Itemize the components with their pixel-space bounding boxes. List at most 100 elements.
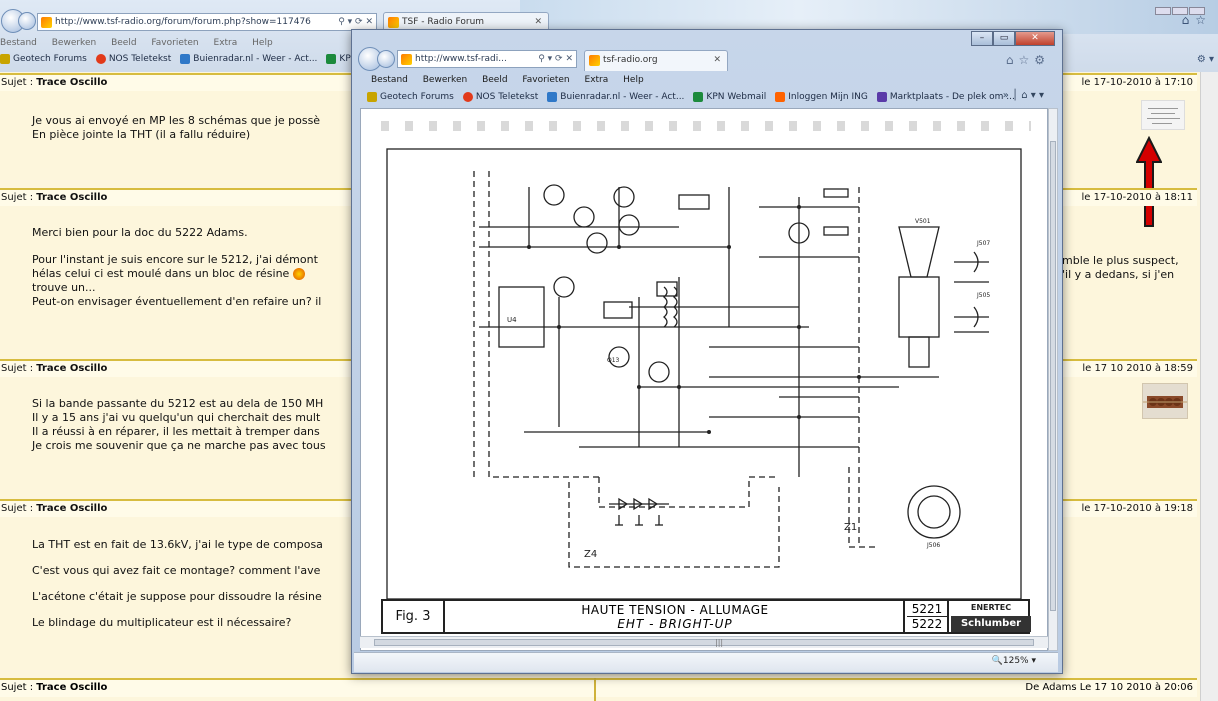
- zoom-control[interactable]: 🔍125% ▾: [992, 656, 1036, 666]
- minimize-button[interactable]: –: [971, 31, 993, 46]
- post-author-date: De Adams Le 17 10 2010 à 20:06: [1025, 682, 1193, 693]
- horizontal-scrollbar[interactable]: |||: [360, 636, 1048, 648]
- fav-label: Marktplaats - De plek om ...: [889, 92, 1015, 102]
- menu-file[interactable]: Bestand: [0, 38, 37, 48]
- schematic-title: HAUTE TENSION - ALLUMAGE EHT - BRIGHT-UP: [447, 601, 905, 632]
- image-viewport: U4 Q13 V501 J507 J505 J506 Z1 Z4 Fig. 3 …: [360, 108, 1048, 651]
- fav-nos[interactable]: NOS Teletekst: [95, 54, 171, 64]
- post-header: Sujet : Trace Oscillo De Adams Le 17 10 …: [0, 678, 1197, 697]
- post-subject: Sujet : Trace Oscillo: [1, 363, 108, 374]
- red-arrow-annotation-icon: [1136, 136, 1162, 227]
- fav-label: NOS Teletekst: [475, 92, 539, 102]
- address-bar-actions-icon[interactable]: ⚲ ▾ ⟳ ✕: [338, 14, 373, 30]
- fav-label: KPN Webmail: [706, 92, 767, 102]
- model-numbers: 5221 5222: [907, 601, 949, 632]
- menu-favorites[interactable]: Favorieten: [522, 75, 569, 85]
- socket-label: J506: [926, 542, 940, 549]
- menu-edit[interactable]: Bewerken: [423, 75, 467, 85]
- attachment-thumbnail[interactable]: [1141, 100, 1185, 130]
- emoticon-icon: [292, 268, 305, 280]
- post-date: le 17-10-2010 à 18:11: [1081, 192, 1193, 203]
- fav-marktplaats[interactable]: Marktplaats - De plek om ...: [876, 92, 1015, 102]
- address-bar[interactable]: http://www.tsf-radio.org/forum/forum.php…: [37, 13, 377, 31]
- vertical-scrollbar[interactable]: [1048, 108, 1058, 651]
- grip-icon: |||: [715, 638, 724, 647]
- kpn-icon: [326, 54, 337, 64]
- fav-label: Buienradar.nl - Weer - Act...: [560, 92, 685, 102]
- tab-label: TSF - Radio Forum: [402, 17, 485, 27]
- fav-geotech[interactable]: Geotech Forums: [367, 92, 454, 102]
- home-star-icons[interactable]: ⌂☆: [1182, 13, 1212, 27]
- fav-label: Buienradar.nl - Weer - Act...: [193, 54, 318, 64]
- post-date: le 17-10-2010 à 17:10: [1081, 77, 1193, 88]
- fav-nos[interactable]: NOS Teletekst: [462, 92, 539, 102]
- post-subject: Sujet : Trace Oscillo: [1, 192, 108, 203]
- maximize-button[interactable]: ▭: [993, 31, 1015, 46]
- attachment-photo-thumbnail[interactable]: [1142, 383, 1188, 419]
- scrollbar-thumb[interactable]: [1050, 141, 1056, 611]
- column-divider: [594, 678, 596, 701]
- fav-geotech[interactable]: Geotech Forums: [0, 54, 87, 64]
- figure-label: Fig. 3: [383, 601, 445, 632]
- zoom-level: 125%: [1002, 656, 1029, 666]
- model-number: 5222: [911, 617, 943, 631]
- popup-favorites-bar: Geotech Forums NOS Teletekst Buienradar.…: [367, 92, 1024, 102]
- tsf-favicon-icon: [388, 17, 399, 28]
- post-subject: Sujet : Trace Oscillo: [1, 503, 108, 514]
- post-date: le 17 10 2010 à 18:59: [1082, 363, 1193, 374]
- home-dropdown-icon[interactable]: » │ ⌂ ▾ ▾: [1003, 90, 1044, 101]
- menu-tools[interactable]: Extra: [585, 75, 609, 85]
- close-icon[interactable]: ✕: [713, 51, 721, 70]
- brand-schlumberger: Schlumber: [951, 616, 1031, 632]
- transistor-label: Q13: [607, 357, 620, 364]
- tsf-favicon-icon: [41, 17, 52, 28]
- scrollbar-thumb[interactable]: |||: [374, 638, 1034, 647]
- scan-artifact: [381, 121, 1031, 131]
- background-window-buttons[interactable]: [1154, 0, 1210, 15]
- menu-tools[interactable]: Extra: [214, 38, 238, 48]
- post-date: le 17-10-2010 à 19:18: [1081, 503, 1193, 514]
- menu-help[interactable]: Help: [623, 75, 644, 85]
- marktplaats-icon: [876, 92, 887, 102]
- screen: http://www.tsf-radio.org/forum/forum.php…: [0, 0, 1218, 701]
- fav-kpn[interactable]: KPN Webmail: [693, 92, 766, 102]
- tools-gear-icon[interactable]: ⚙ ▾: [1197, 54, 1214, 65]
- model-number: 5221: [907, 602, 947, 617]
- menu-help[interactable]: Help: [252, 38, 273, 48]
- post-line: 'il y a dedans, si j'en: [1062, 268, 1175, 281]
- close-window-button[interactable]: ✕: [1015, 31, 1055, 46]
- fav-buienradar[interactable]: Buienradar.nl - Weer - Act...: [180, 54, 317, 64]
- nos-icon: [95, 54, 106, 64]
- fav-buienradar[interactable]: Buienradar.nl - Weer - Act...: [547, 92, 684, 102]
- tab-tsf-radio-org[interactable]: tsf-radio.org ✕: [584, 50, 728, 71]
- menu-file[interactable]: Bestand: [371, 75, 408, 85]
- tab-label: tsf-radio.org: [603, 55, 658, 65]
- zone-z1-label: Z1: [844, 522, 857, 533]
- address-url: http://www.tsf-radi...: [415, 54, 507, 64]
- home-star-gear-icons[interactable]: ⌂☆⚙: [1006, 53, 1050, 67]
- title-line-1: HAUTE TENSION - ALLUMAGE: [581, 603, 769, 617]
- post-body-right: mble le plus suspect, 'il y a dedans, si…: [1062, 254, 1197, 282]
- page-scrollbar[interactable]: [1200, 72, 1218, 701]
- address-url: http://www.tsf-radio.org/forum/forum.php…: [55, 17, 311, 27]
- geotech-icon: [367, 92, 377, 102]
- tube-label: V501: [915, 218, 931, 225]
- menu-view[interactable]: Beeld: [111, 38, 136, 48]
- menu-view[interactable]: Beeld: [482, 75, 507, 85]
- fav-ing[interactable]: Inloggen Mijn ING: [775, 92, 868, 102]
- brand-enertec: ENERTEC: [970, 603, 1012, 612]
- fav-label: Geotech Forums: [13, 54, 87, 64]
- buienradar-icon: [547, 92, 558, 102]
- forward-button[interactable]: [18, 12, 36, 30]
- popup-browser-window: – ▭ ✕ http://www.tsf-radi... ⚲ ▾ ⟳ ✕ tsf…: [351, 29, 1063, 674]
- address-bar[interactable]: http://www.tsf-radi... ⚲ ▾ ⟳ ✕: [397, 50, 577, 68]
- background-menubar: Bestand Bewerken Beeld Favorieten Extra …: [0, 38, 285, 48]
- post-subject: Sujet : Trace Oscillo: [1, 77, 108, 88]
- window-controls: – ▭ ✕: [971, 31, 1055, 46]
- address-bar-actions-icon[interactable]: ⚲ ▾ ⟳ ✕: [538, 51, 573, 67]
- menu-favorites[interactable]: Favorieten: [151, 38, 198, 48]
- forward-button[interactable]: [377, 50, 395, 68]
- menu-edit[interactable]: Bewerken: [52, 38, 96, 48]
- connector-label: J505: [976, 292, 990, 299]
- popup-menubar: Bestand Bewerken Beeld Favorieten Extra …: [371, 75, 656, 85]
